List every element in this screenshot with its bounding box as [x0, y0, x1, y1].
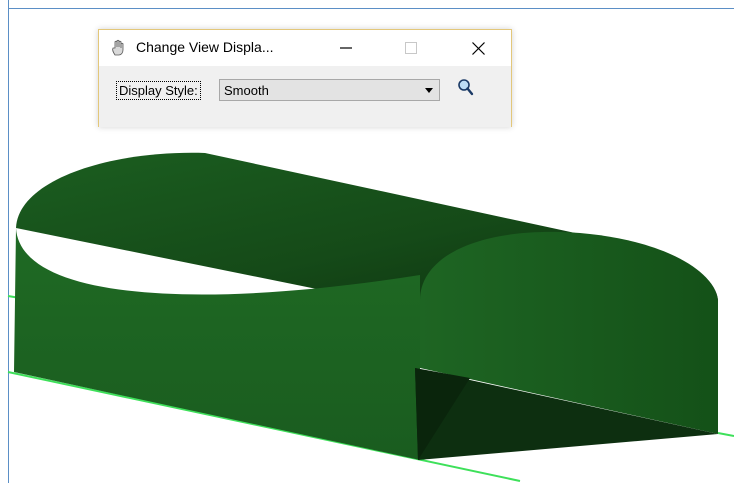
hand-icon	[112, 39, 124, 56]
close-button[interactable]	[455, 30, 501, 66]
change-view-display-dialog[interactable]: Change View Displa... Display Style: Smo…	[98, 29, 512, 127]
display-style-value: Smooth	[224, 83, 269, 98]
display-style-label: Display Style:	[116, 81, 201, 100]
dialog-content: Display Style: Smooth	[99, 66, 511, 127]
minimize-button[interactable]	[323, 30, 369, 66]
magnifier-icon	[458, 79, 474, 96]
close-icon	[471, 41, 485, 55]
ground-line-right	[717, 432, 734, 437]
dialog-titlebar[interactable]: Change View Displa...	[99, 30, 511, 66]
display-style-select[interactable]: Smooth	[219, 79, 440, 101]
chevron-down-icon	[425, 88, 433, 93]
find-display-style-button[interactable]	[456, 77, 476, 99]
maximize-icon	[405, 42, 417, 54]
maximize-button[interactable]	[388, 30, 434, 66]
dialog-title: Change View Displa...	[136, 39, 274, 55]
minimize-icon	[340, 47, 352, 49]
